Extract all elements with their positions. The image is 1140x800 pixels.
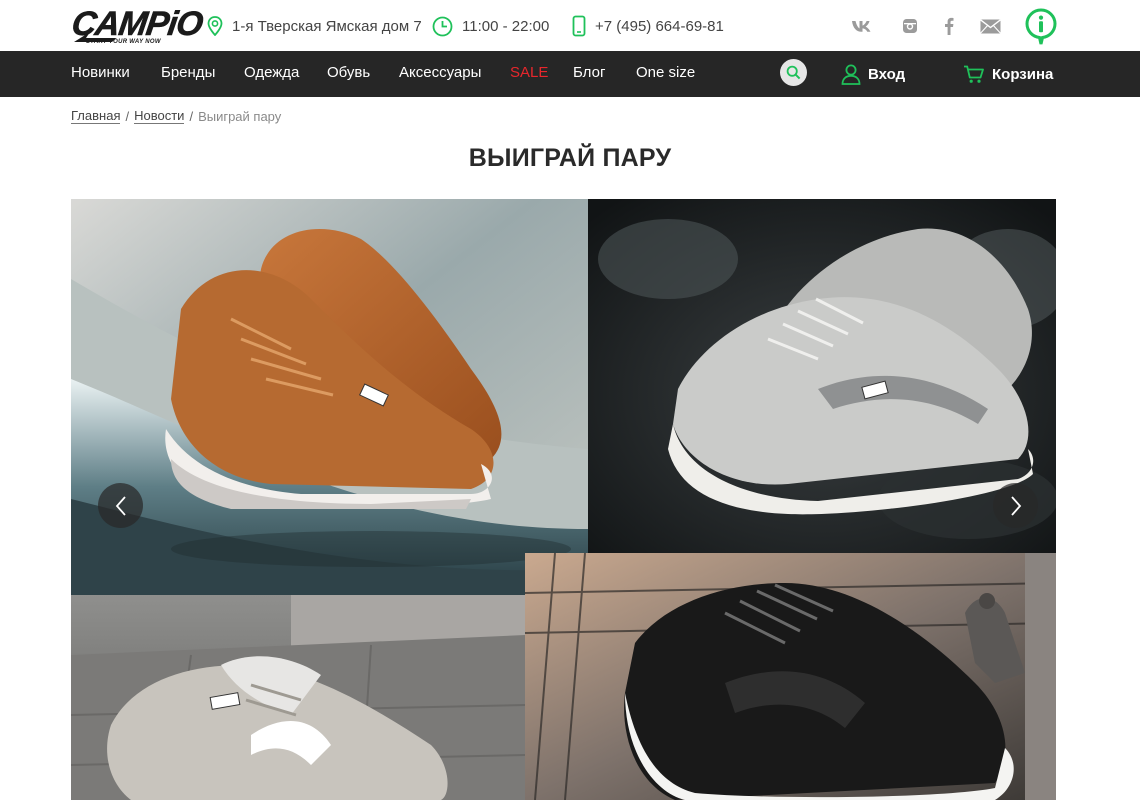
hours-text: 11:00 - 22:00	[462, 17, 550, 35]
mail-icon	[979, 18, 1001, 34]
facebook-link[interactable]	[938, 16, 960, 36]
vk-icon	[852, 21, 871, 32]
breadcrumb: Главная / Новости / Выиграй пару	[71, 108, 281, 124]
login-label: Вход	[868, 65, 906, 83]
phone-number[interactable]: +7 (495) 664-69-81	[572, 14, 724, 38]
facebook-icon	[945, 17, 954, 35]
mail-link[interactable]	[979, 16, 1001, 36]
breadcrumb-separator: /	[125, 108, 130, 124]
instagram-icon	[903, 19, 917, 33]
nav-item-accessories[interactable]: Аксессуары	[399, 51, 481, 97]
top-bar: CAMPiO START YOUR WAY NOW 1-я Тверская Я…	[0, 0, 1140, 51]
main-navigation: Новинки Бренды Одежда Обувь Аксессуары S…	[0, 51, 1140, 97]
sneaker-photo-grey	[588, 199, 1056, 553]
nav-item-sale[interactable]: SALE	[510, 51, 548, 97]
sneaker-photo-black	[525, 553, 1056, 800]
nav-item-blog[interactable]: Блог	[573, 51, 605, 97]
instagram-link[interactable]	[899, 16, 921, 36]
sneaker-photo-beige	[71, 595, 525, 800]
nav-item-shoes[interactable]: Обувь	[327, 51, 370, 97]
cart-button[interactable]: Корзина	[963, 51, 1053, 97]
opening-hours: 11:00 - 22:00	[432, 14, 549, 38]
info-icon	[1025, 8, 1057, 45]
mobile-phone-icon	[572, 15, 586, 37]
page-title: ВЫИГРАЙ ПАРУ	[468, 144, 672, 172]
breadcrumb-news[interactable]: Новости	[134, 108, 185, 124]
cart-icon	[964, 65, 984, 83]
sneaker-photo-brown	[71, 199, 588, 595]
breadcrumb-separator: /	[189, 108, 194, 124]
slider-prev-button[interactable]	[98, 483, 143, 528]
nav-item-new[interactable]: Новинки	[71, 51, 130, 97]
chevron-left-icon	[115, 495, 126, 516]
cart-label: Корзина	[992, 65, 1054, 83]
search-button[interactable]	[780, 59, 807, 86]
clock-icon	[432, 16, 453, 36]
breadcrumb-current: Выиграй пару	[198, 108, 282, 124]
store-address[interactable]: 1-я Тверская Ямская дом 7	[207, 14, 422, 38]
info-button[interactable]	[1025, 8, 1057, 46]
nav-item-one-size[interactable]: One size	[636, 51, 695, 97]
login-button[interactable]: Вход	[841, 51, 905, 97]
nav-item-clothing[interactable]: Одежда	[244, 51, 299, 97]
address-text: 1-я Тверская Ямская дом 7	[232, 17, 422, 35]
breadcrumb-home[interactable]: Главная	[71, 108, 121, 124]
slider-next-button[interactable]	[993, 483, 1038, 528]
chevron-right-icon	[1010, 495, 1021, 516]
location-pin-icon	[207, 16, 223, 36]
search-icon	[786, 65, 801, 80]
logo-tagline: START YOUR WAY NOW	[86, 39, 161, 45]
vk-link[interactable]	[851, 16, 873, 36]
user-icon	[841, 64, 861, 85]
site-logo[interactable]: CAMPiO START YOUR WAY NOW	[69, 5, 205, 48]
logo-text: CAMPiO	[69, 5, 205, 44]
news-image-slider	[71, 199, 1056, 800]
phone-text: +7 (495) 664-69-81	[595, 17, 724, 35]
nav-item-brands[interactable]: Бренды	[161, 51, 215, 97]
